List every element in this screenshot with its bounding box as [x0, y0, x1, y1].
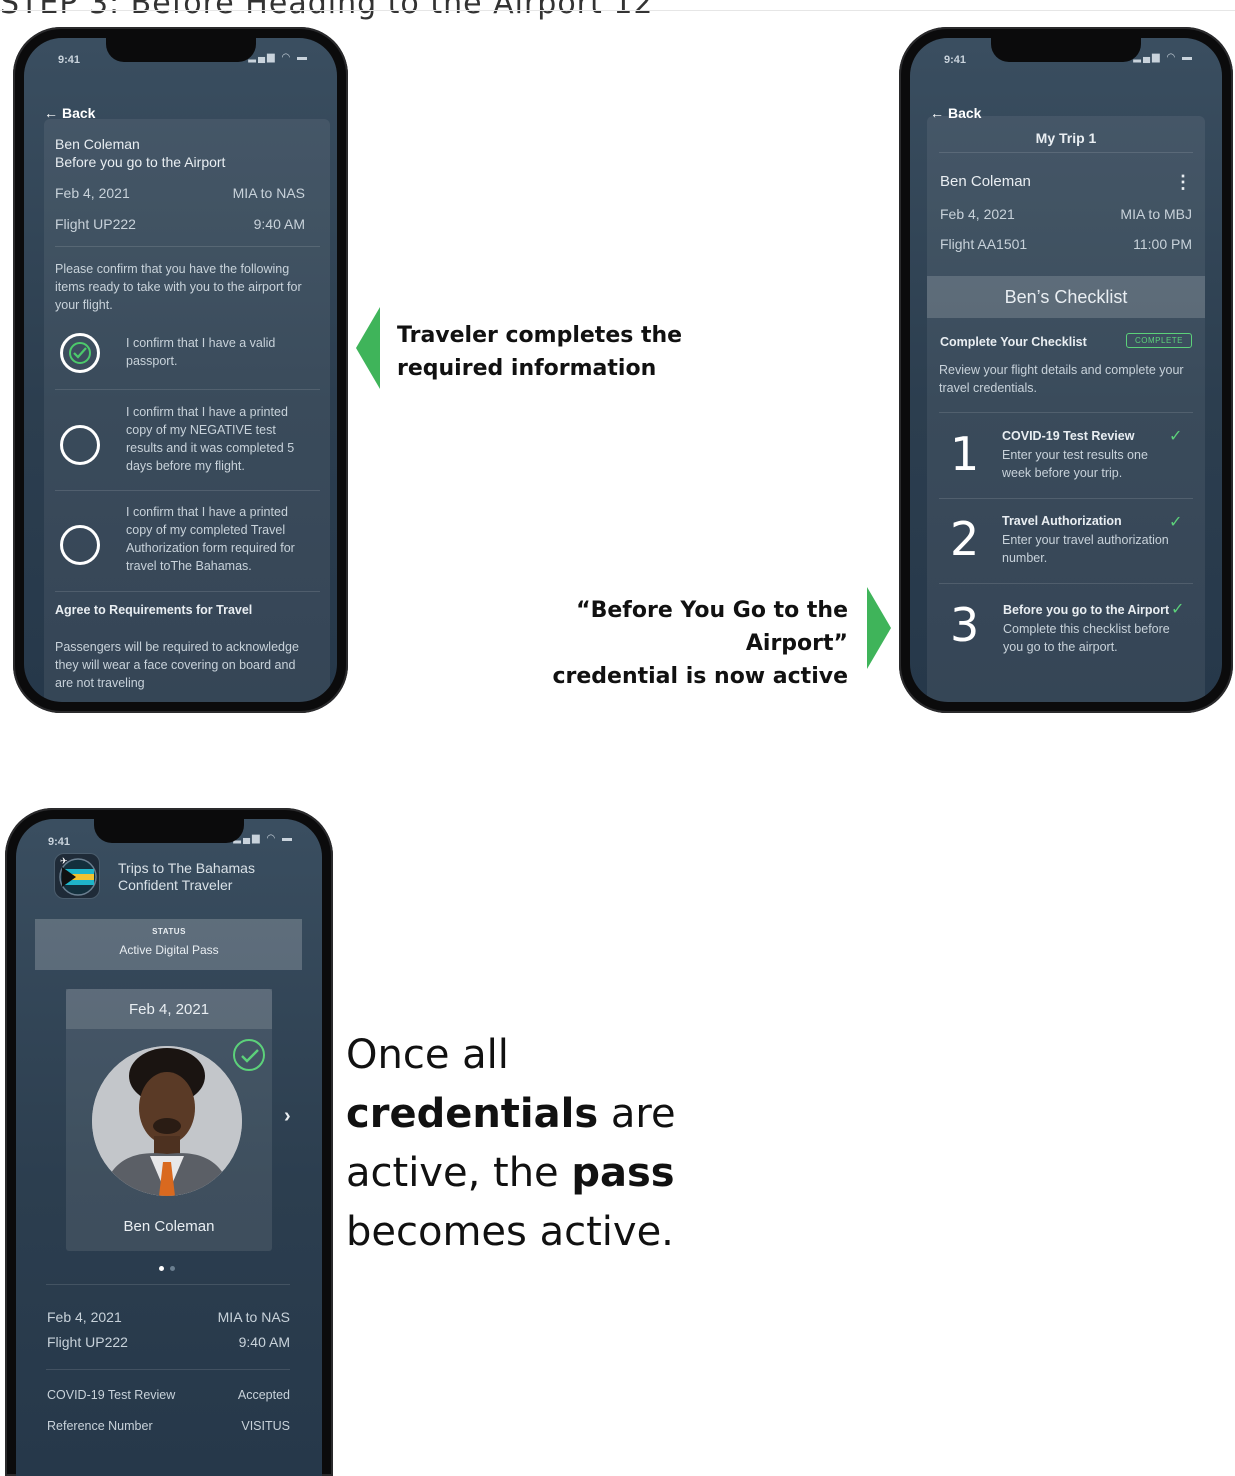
status-label: STATUS — [152, 927, 186, 936]
status-time: 9:41 — [48, 836, 71, 848]
confirm-travel-authorization-label: I confirm that I have a printed copy of … — [126, 505, 295, 573]
flight-route: MIA to NAS — [232, 185, 305, 201]
bahamas-flag-icon: ✈ — [54, 853, 100, 899]
checklist-title: Ben’s Checklist — [1004, 287, 1128, 307]
status-icons: ▂▄▆ ◠ ▬ — [248, 52, 309, 63]
divider — [939, 412, 1193, 413]
more-options-icon[interactable]: ⋮ — [1174, 172, 1192, 193]
status-icons: ▂▄▆ ◠ ▬ — [1133, 52, 1194, 63]
carousel-dot[interactable] — [170, 1266, 175, 1271]
flight-time: 9:40 AM — [238, 1334, 290, 1350]
flight-date: Feb 4, 2021 — [55, 185, 130, 201]
confirm-travel-authorization-checkbox[interactable] — [60, 525, 100, 565]
step-description: Enter your travel authorization number. — [1002, 533, 1169, 565]
status-time: 9:41 — [944, 54, 967, 66]
flight-number: Flight UP222 — [47, 1334, 128, 1350]
phone-digital-pass: 9:41 ▂▄▆ ◠ ▬ ✈ Trips to The Bahamas Conf… — [5, 808, 333, 1476]
confirm-passport-checkbox[interactable] — [60, 333, 100, 373]
requirements-heading: Agree to Requirements for Travel — [55, 603, 253, 617]
arrow-right-icon — [867, 587, 891, 669]
confirm-test-results-label: I confirm that I have a printed copy of … — [126, 405, 295, 473]
status-icons: ▂▄▆ ◠ ▬ — [233, 833, 294, 844]
step-description: Enter your test results one week before … — [1002, 448, 1148, 480]
traveler-name: Ben Coleman — [55, 136, 140, 152]
checkmark-icon: ✓ — [1169, 514, 1183, 531]
status-value: Active Digital Pass — [119, 943, 219, 957]
flight-route: MIA to NAS — [217, 1309, 290, 1325]
pass-date: Feb 4, 2021 — [128, 1001, 210, 1018]
carousel-next-icon[interactable]: › — [284, 1105, 291, 1128]
confirm-passport-label: I confirm that I have a valid passport. — [126, 336, 276, 368]
reference-label: Reference Number — [47, 1419, 153, 1433]
app-name-line2: Confident Traveler — [118, 877, 233, 893]
phone-notch — [94, 819, 244, 843]
complete-heading: Complete Your Checklist — [940, 335, 1087, 349]
confirm-test-results-checkbox[interactable] — [60, 425, 100, 465]
step-number: 3 — [950, 598, 980, 652]
divider — [939, 498, 1193, 499]
svg-text:✈: ✈ — [60, 857, 68, 867]
step-title[interactable]: Travel Authorization — [1002, 514, 1122, 528]
phone-my-trip-checklist: 9:41 ▂▄▆ ◠ ▬ ← Back My Trip 1 Ben Coleman… — [899, 27, 1233, 713]
divider — [55, 591, 320, 592]
phone-screen: 9:41 ▂▄▆ ◠ ▬ ✈ Trips to The Bahamas Conf… — [16, 819, 322, 1476]
flight-route: MIA to MBJ — [1120, 206, 1192, 222]
divider — [55, 246, 320, 247]
check-circle-icon — [69, 342, 91, 364]
checkmark-icon: ✓ — [1171, 601, 1185, 618]
pass-active-explanation: Once all credentials are active, the pas… — [346, 1032, 676, 1255]
flight-time: 11:00 PM — [1133, 236, 1192, 252]
trip-title: My Trip 1 — [1035, 130, 1097, 146]
callout-traveler-completes: Traveler completes the required informat… — [397, 323, 683, 381]
avatar — [92, 1046, 242, 1196]
check-circle-icon — [233, 1039, 265, 1071]
reference-value: VISITUS — [241, 1419, 290, 1433]
divider — [46, 1369, 290, 1370]
arrow-left-icon — [356, 307, 380, 389]
status-time: 9:41 — [58, 54, 81, 66]
divider — [46, 1284, 290, 1285]
phone-before-airport-form: 9:41 ▂▄▆ ◠ ▬ ← Back Ben Coleman Before yo… — [13, 27, 348, 713]
phone-screen: 9:41 ▂▄▆ ◠ ▬ ← Back My Trip 1 Ben Coleman… — [910, 38, 1222, 702]
divider — [939, 152, 1193, 153]
step-number: 1 — [950, 427, 980, 481]
traveler-name: Ben Coleman — [940, 173, 1031, 190]
step-title[interactable]: Before you go to the Airport — [1003, 603, 1169, 617]
divider — [55, 490, 320, 491]
credential-label: COVID-19 Test Review — [47, 1388, 176, 1402]
requirements-text: Passengers will be required to acknowled… — [55, 640, 299, 690]
flight-date: Feb 4, 2021 — [940, 206, 1015, 222]
title-divider — [0, 10, 1235, 11]
step-number: 2 — [950, 512, 980, 566]
flight-date: Feb 4, 2021 — [47, 1309, 122, 1325]
form-intro: Please confirm that you have the followi… — [55, 262, 302, 312]
pass-name: Ben Coleman — [123, 1218, 215, 1235]
flight-number: Flight AA1501 — [940, 236, 1028, 252]
complete-description: Review your flight details and complete … — [939, 363, 1184, 395]
credential-value: Accepted — [237, 1388, 290, 1402]
flight-number: Flight UP222 — [55, 216, 136, 232]
phone-notch — [991, 38, 1141, 62]
divider — [939, 583, 1193, 584]
flight-time: 9:40 AM — [253, 216, 305, 232]
phone-notch — [105, 38, 256, 62]
carousel-dot-active[interactable] — [159, 1266, 164, 1271]
step-description: Complete this checklist before you go to… — [1003, 622, 1170, 654]
form-subtitle: Before you go to the Airport — [55, 154, 226, 170]
step-title[interactable]: COVID-19 Test Review — [1002, 429, 1134, 443]
callout-credential-active: “Before You Go to the Airport” credentia… — [552, 598, 848, 689]
divider — [55, 389, 320, 390]
status-badge: COMPLETE — [1126, 333, 1193, 348]
app-name-line1: Trips to The Bahamas — [118, 860, 255, 876]
checkmark-icon: ✓ — [1169, 428, 1183, 445]
phone-screen: 9:41 ▂▄▆ ◠ ▬ ← Back Ben Coleman Before yo… — [24, 38, 337, 702]
